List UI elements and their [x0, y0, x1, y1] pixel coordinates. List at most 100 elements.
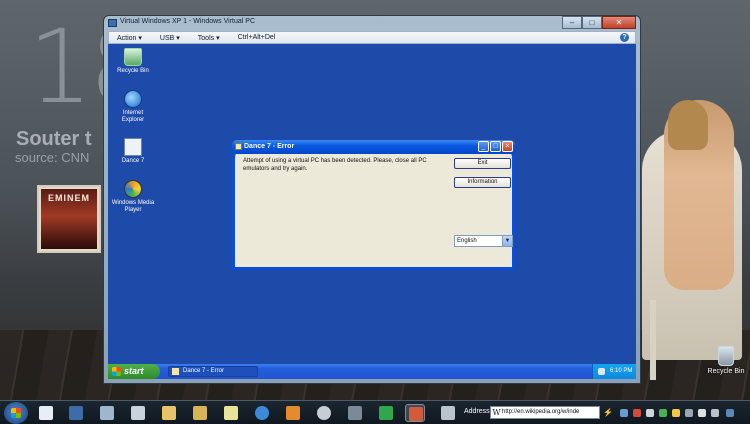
sticky-notes-icon [224, 406, 238, 420]
dialog-close-button[interactable]: × [502, 141, 513, 152]
wikipedia-icon: W [492, 408, 501, 417]
taskbar-item-label: Dance 7 - Error [183, 368, 225, 374]
desktop-icon-dance-7[interactable]: Dance 7 [111, 138, 155, 165]
recycle-bin-icon [124, 48, 142, 66]
taskbar-folder-app[interactable] [190, 404, 210, 422]
hair-shape [668, 100, 708, 150]
tray-icon-4[interactable] [659, 409, 667, 417]
menu-usb[interactable]: USB ▾ [160, 34, 180, 42]
chat-icon [348, 406, 362, 420]
chair-leg [650, 300, 656, 380]
address-toolbar-input[interactable]: W http://en.wikipedia.org/w/inde [490, 406, 600, 419]
go-arrow-icon[interactable]: ⚡ [603, 407, 613, 418]
desktop-icon-internet-explorer[interactable]: Internet Explorer [111, 90, 155, 124]
dialog-title: Dance 7 - Error [244, 143, 295, 150]
chevron-down-icon[interactable]: ▼ [502, 236, 512, 246]
vm-title-bar[interactable]: Virtual Windows XP 1 - Windows Virtual P… [104, 16, 640, 30]
menu-action[interactable]: Action ▾ [117, 34, 142, 42]
desktop-icon-recycle-bin[interactable]: Recycle Bin [111, 48, 155, 75]
network-icon [100, 406, 114, 420]
volume-icon[interactable] [711, 409, 719, 417]
taskbar-media-app[interactable] [283, 404, 303, 422]
taskbar-item-dance-7-error[interactable]: Dance 7 - Error [168, 366, 258, 377]
xp-clock[interactable]: 6:10 PM [610, 368, 632, 374]
address-toolbar-value: http://en.wikipedia.org/w/inde [502, 409, 580, 415]
ctrl-alt-del-button[interactable]: Ctrl+Alt+Del [238, 34, 276, 41]
taskbar-word-app[interactable] [36, 404, 56, 422]
edit-icon [441, 406, 455, 420]
taskbar-sync-app[interactable] [376, 404, 396, 422]
media-player-icon [286, 406, 300, 420]
dialog-minimize-button[interactable]: _ [478, 141, 489, 152]
album-artist-text: EMINEM [48, 193, 90, 203]
tray-icon-3[interactable] [646, 409, 654, 417]
maximize-button[interactable]: □ [582, 16, 602, 29]
desktop-icon-windows-media-player[interactable]: Windows Media Player [111, 180, 155, 214]
vm-window-controls: – □ ✕ [562, 16, 636, 30]
host-taskbar: Address W http://en.wikipedia.org/w/inde… [0, 400, 750, 424]
album-art-gadget[interactable]: EMINEM [37, 185, 101, 253]
dance-7-app-icon [172, 368, 179, 375]
desktop-icon-label: Dance 7 [121, 158, 145, 164]
xp-taskbar: start Dance 7 - Error 6:10 PM [108, 364, 636, 379]
dialog-title-bar[interactable]: Dance 7 - Error _ □ × [232, 140, 515, 154]
folder-icon [162, 406, 176, 420]
taskbar-explorer-app[interactable] [159, 404, 179, 422]
news-gadget-headline[interactable]: Souter t [16, 128, 92, 151]
taskbar-sticky-app[interactable] [221, 404, 241, 422]
internet-explorer-icon [124, 90, 142, 108]
desktop-icon-label: Windows Media Player [111, 200, 155, 213]
vm-toolbar: Action ▾ USB ▾ Tools ▾ Ctrl+Alt+Del ? [108, 31, 636, 44]
dance-7-shortcut-icon [124, 138, 142, 156]
virtual-pc-icon [409, 407, 423, 421]
taskbar-edit-app[interactable] [438, 404, 458, 422]
language-select-value: English [457, 238, 477, 244]
menu-tools[interactable]: Tools ▾ [198, 34, 220, 42]
start-button-label: start [124, 366, 144, 376]
error-message: Attempt of using a virtual PC has been d… [243, 158, 427, 172]
taskbar-ie-app[interactable] [252, 404, 272, 422]
language-select[interactable]: English ▼ [454, 235, 513, 247]
tray-icon-2[interactable] [633, 409, 641, 417]
taskbar-virtual-pc-app[interactable] [405, 404, 425, 422]
exit-button[interactable]: Exit [454, 158, 511, 169]
wallpaper-photo [642, 100, 750, 380]
error-dialog: Dance 7 - Error _ □ × Attempt of using a… [232, 140, 515, 270]
close-button[interactable]: ✕ [602, 16, 636, 29]
news-gadget-source: source: CNN [15, 150, 90, 165]
dialog-maximize-button[interactable]: □ [490, 141, 501, 152]
recycle-bin-icon [718, 346, 734, 366]
host-recycle-bin[interactable]: Recycle Bin [706, 346, 746, 375]
taskbar-paint-app[interactable] [314, 404, 334, 422]
dialog-window-controls: _ □ × [478, 141, 513, 152]
host-recycle-bin-label: Recycle Bin [707, 368, 745, 375]
paint-icon [317, 406, 331, 420]
start-button[interactable]: start [108, 364, 160, 379]
taskbar-window-app[interactable] [66, 404, 86, 422]
word-icon [39, 406, 53, 420]
windows-media-player-icon [124, 180, 142, 198]
xp-system-tray: 6:10 PM [592, 364, 636, 379]
help-icon[interactable]: ? [620, 33, 629, 42]
information-button[interactable]: Information [454, 177, 511, 188]
address-toolbar-label: Address [464, 408, 490, 415]
virtual-pc-tray-icon[interactable] [598, 368, 605, 375]
action-center-icon[interactable] [726, 409, 734, 417]
taskbar-calculator-app[interactable] [128, 404, 148, 422]
taskbar-chat-app[interactable] [345, 404, 365, 422]
taskbar-network-app[interactable] [97, 404, 117, 422]
tray-icon-5[interactable] [672, 409, 680, 417]
sync-icon [379, 406, 393, 420]
tray-icon-1[interactable] [620, 409, 628, 417]
minimize-button[interactable]: – [562, 16, 582, 29]
dance-7-app-icon [235, 143, 242, 150]
tray-icon-6[interactable] [685, 409, 693, 417]
desktop-icon-label: Internet Explorer [121, 110, 145, 123]
virtual-pc-icon [108, 19, 117, 27]
virtual-pc-window: Virtual Windows XP 1 - Windows Virtual P… [103, 15, 641, 384]
network-icon[interactable] [698, 409, 706, 417]
windows-logo-icon [112, 367, 121, 376]
calculator-icon [131, 406, 145, 420]
host-start-button[interactable] [4, 402, 28, 424]
guest-xp-desktop: Recycle Bin Internet Explorer Dance 7 Wi… [108, 44, 636, 379]
